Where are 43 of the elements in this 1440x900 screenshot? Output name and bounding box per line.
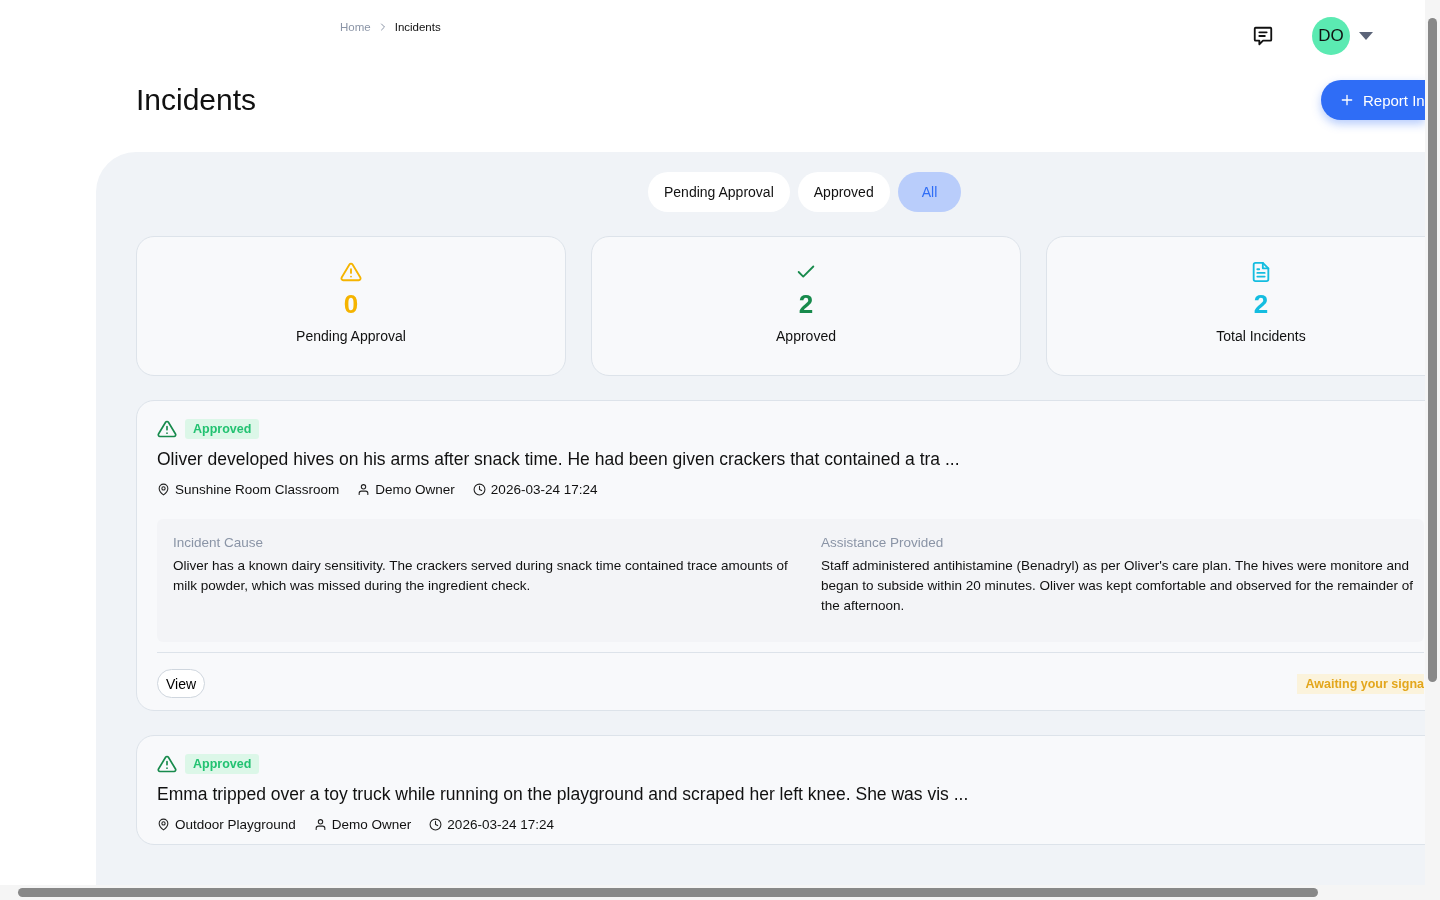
incident-title: Oliver developed hives on his arms after snack time. He had been given crackers that contained a tra ... — [157, 449, 961, 470]
view-button[interactable]: View — [157, 669, 206, 698]
plus-icon — [1339, 92, 1355, 108]
reporter-text: Demo Owner — [331, 817, 412, 832]
signature-badge: Awaiting your signa — [1297, 673, 1424, 694]
clock-icon — [472, 483, 486, 496]
stat-label: Approved — [776, 328, 836, 344]
stat-value: 2 — [1253, 289, 1269, 320]
page-title: Incidents — [136, 83, 257, 118]
warning-icon — [340, 261, 362, 283]
detail-text: Oliver has a known dairy sensitivity. The crackers served during snack time contained trace amounts of milk powder, which was missed during the ingredient check. — [173, 557, 789, 595]
status-badge: Approved — [185, 419, 260, 439]
warning-icon — [157, 754, 177, 774]
horizontal-scrollbar[interactable] — [0, 885, 1440, 900]
reporter-text: Demo Owner — [375, 482, 455, 497]
status-badge: Approved — [185, 754, 260, 774]
stat-value: 0 — [343, 289, 359, 320]
document-icon — [1250, 261, 1272, 283]
location-icon — [157, 818, 170, 831]
incident-title: Emma tripped over a toy truck while running on the playground and scraped her left knee. She was vis ... — [157, 784, 970, 805]
location-text: Outdoor Playground — [175, 817, 296, 832]
date-text: 2026-03-24 17:24 — [490, 482, 598, 497]
chat-icon — [1252, 25, 1274, 47]
user-avatar[interactable]: DO — [1312, 17, 1350, 55]
filter-tab[interactable]: Pending Approval — [648, 172, 790, 212]
person-icon — [313, 818, 327, 831]
filter-tab[interactable]: Approved — [797, 172, 890, 212]
vertical-scrollbar[interactable] — [1425, 0, 1440, 885]
detail-label: Assistance Provided — [821, 535, 945, 550]
detail-text: Staff administered antihistamine (Benadryl) as per Oliver's care plan. The hives were monitore and began to subside within 20 minutes. Oliver was kept comfortable and observed for the remainder of the afternoon. — [821, 557, 1415, 615]
location-icon — [157, 483, 170, 496]
report-button[interactable]: Report In — [1321, 80, 1425, 120]
person-icon — [357, 483, 371, 496]
date-text: 2026-03-24 17:24 — [447, 817, 554, 832]
stat-label: Pending Approval — [296, 328, 406, 344]
location-text: Sunshine Room Classroom — [175, 482, 340, 497]
breadcrumb-link[interactable]: Incidents — [394, 21, 441, 33]
warning-icon — [157, 419, 177, 439]
stat-value: 2 — [798, 289, 814, 320]
detail-label: Incident Cause — [173, 535, 265, 550]
clock-icon — [429, 818, 443, 831]
caret-icon[interactable] — [1359, 32, 1373, 40]
stat-label: Total Incidents — [1216, 328, 1306, 344]
